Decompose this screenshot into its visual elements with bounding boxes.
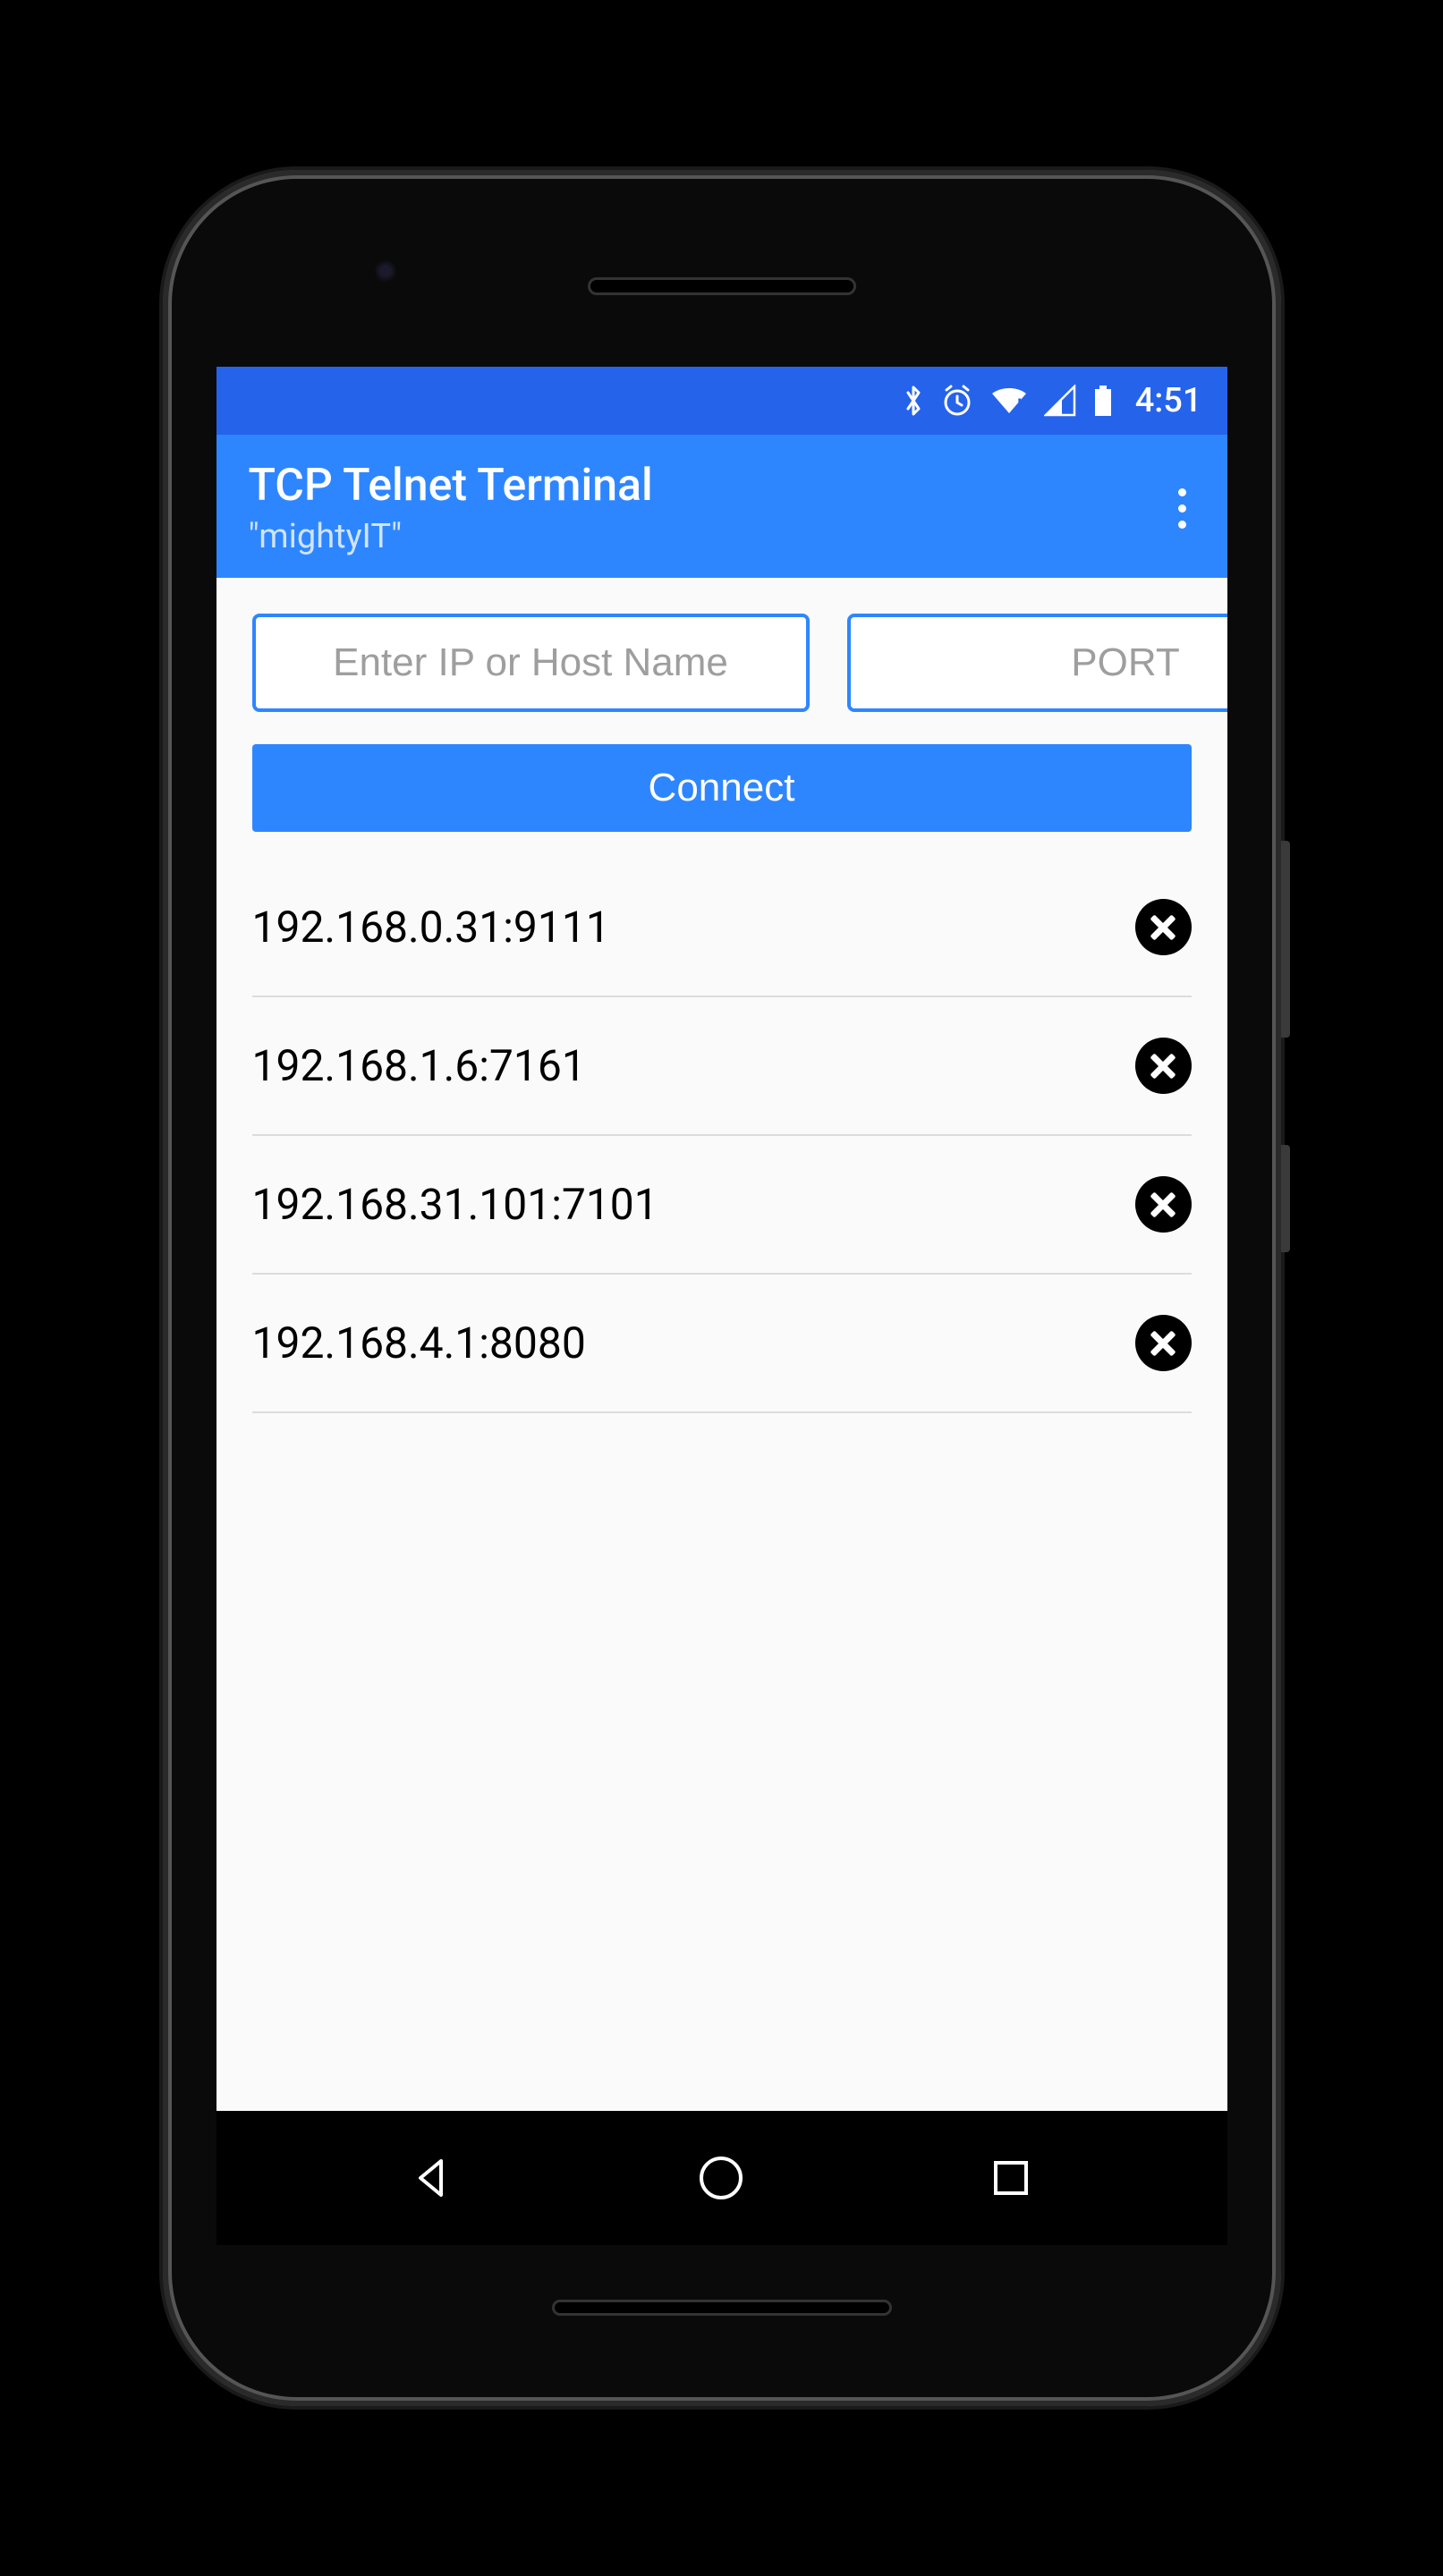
history-item[interactable]: 192.168.31.101:7101 xyxy=(252,1136,1192,1275)
home-button[interactable] xyxy=(694,2151,748,2205)
app-title: TCP Telnet Terminal xyxy=(249,460,653,512)
cellular-icon xyxy=(1044,385,1076,417)
port-input[interactable] xyxy=(847,614,1227,712)
phone-top-bezel xyxy=(195,206,1249,367)
navigation-bar xyxy=(216,2111,1227,2245)
history-address: 192.168.31.101:7101 xyxy=(252,1179,658,1230)
history-address: 192.168.4.1:8080 xyxy=(252,1318,586,1368)
status-bar: ! 4:51 xyxy=(216,367,1227,435)
overflow-menu-button[interactable] xyxy=(1169,479,1195,538)
delete-icon[interactable] xyxy=(1135,1176,1192,1233)
phone-frame: ! 4:51 TCP Telnet Terminal "mightyIT" xyxy=(163,170,1281,2406)
phone-bottom-bezel xyxy=(195,2245,1249,2370)
bottom-speaker xyxy=(552,2300,892,2316)
app-bar: TCP Telnet Terminal "mightyIT" xyxy=(216,435,1227,578)
app-subtitle: "mightyIT" xyxy=(249,517,653,556)
power-button xyxy=(1281,1145,1290,1252)
delete-icon[interactable] xyxy=(1135,899,1192,955)
bluetooth-icon xyxy=(903,384,924,418)
app-bar-titles: TCP Telnet Terminal "mightyIT" xyxy=(249,460,653,556)
battery-icon xyxy=(1092,384,1114,418)
delete-icon[interactable] xyxy=(1135,1315,1192,1371)
earpiece-speaker xyxy=(588,277,856,295)
volume-button xyxy=(1281,841,1290,1038)
back-button[interactable] xyxy=(405,2151,459,2205)
history-item[interactable]: 192.168.4.1:8080 xyxy=(252,1275,1192,1413)
content-area: Connect 192.168.0.31:9111 192.168.1.6:71… xyxy=(216,578,1227,2111)
delete-icon[interactable] xyxy=(1135,1038,1192,1094)
status-time: 4:51 xyxy=(1135,381,1202,420)
wifi-icon: ! xyxy=(990,385,1028,417)
connect-button[interactable]: Connect xyxy=(252,744,1192,832)
svg-text:!: ! xyxy=(1017,394,1022,416)
history-list: 192.168.0.31:9111 192.168.1.6:7161 192.1… xyxy=(252,859,1192,1413)
history-address: 192.168.0.31:9111 xyxy=(252,902,610,953)
history-item[interactable]: 192.168.1.6:7161 xyxy=(252,997,1192,1136)
history-item[interactable]: 192.168.0.31:9111 xyxy=(252,859,1192,997)
front-camera xyxy=(374,259,397,283)
input-row xyxy=(252,614,1192,712)
history-address: 192.168.1.6:7161 xyxy=(252,1040,586,1091)
alarm-icon xyxy=(940,384,974,418)
recent-apps-button[interactable] xyxy=(984,2151,1038,2205)
host-input[interactable] xyxy=(252,614,810,712)
screen: ! 4:51 TCP Telnet Terminal "mightyIT" xyxy=(216,367,1227,2245)
